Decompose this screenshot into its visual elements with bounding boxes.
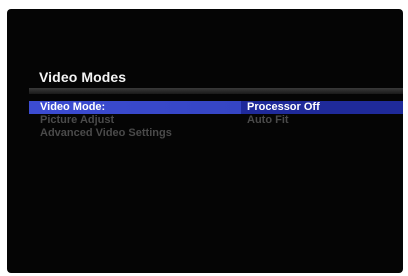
menu-item-value: Auto Fit: [247, 114, 289, 126]
title-divider: [29, 88, 403, 94]
menu-item-picture-adjust: Picture Adjust Auto Fit: [29, 114, 403, 127]
menu-item-video-mode[interactable]: Video Mode: Processor Off: [29, 101, 403, 114]
menu-item-advanced-video-settings: Advanced Video Settings: [29, 127, 403, 140]
menu-title: Video Modes: [39, 69, 127, 85]
menu-item-label: Picture Adjust: [40, 114, 115, 126]
menu-item-label: Advanced Video Settings: [40, 127, 172, 139]
osd-panel: Video Modes Video Mode: Processor Off Pi…: [7, 9, 403, 273]
screen: Video Modes Video Mode: Processor Off Pi…: [0, 0, 408, 276]
menu-list: Video Mode: Processor Off Picture Adjust…: [29, 101, 403, 161]
menu-item-value: Processor Off: [247, 101, 320, 113]
menu-item-label: Video Mode:: [40, 101, 106, 113]
